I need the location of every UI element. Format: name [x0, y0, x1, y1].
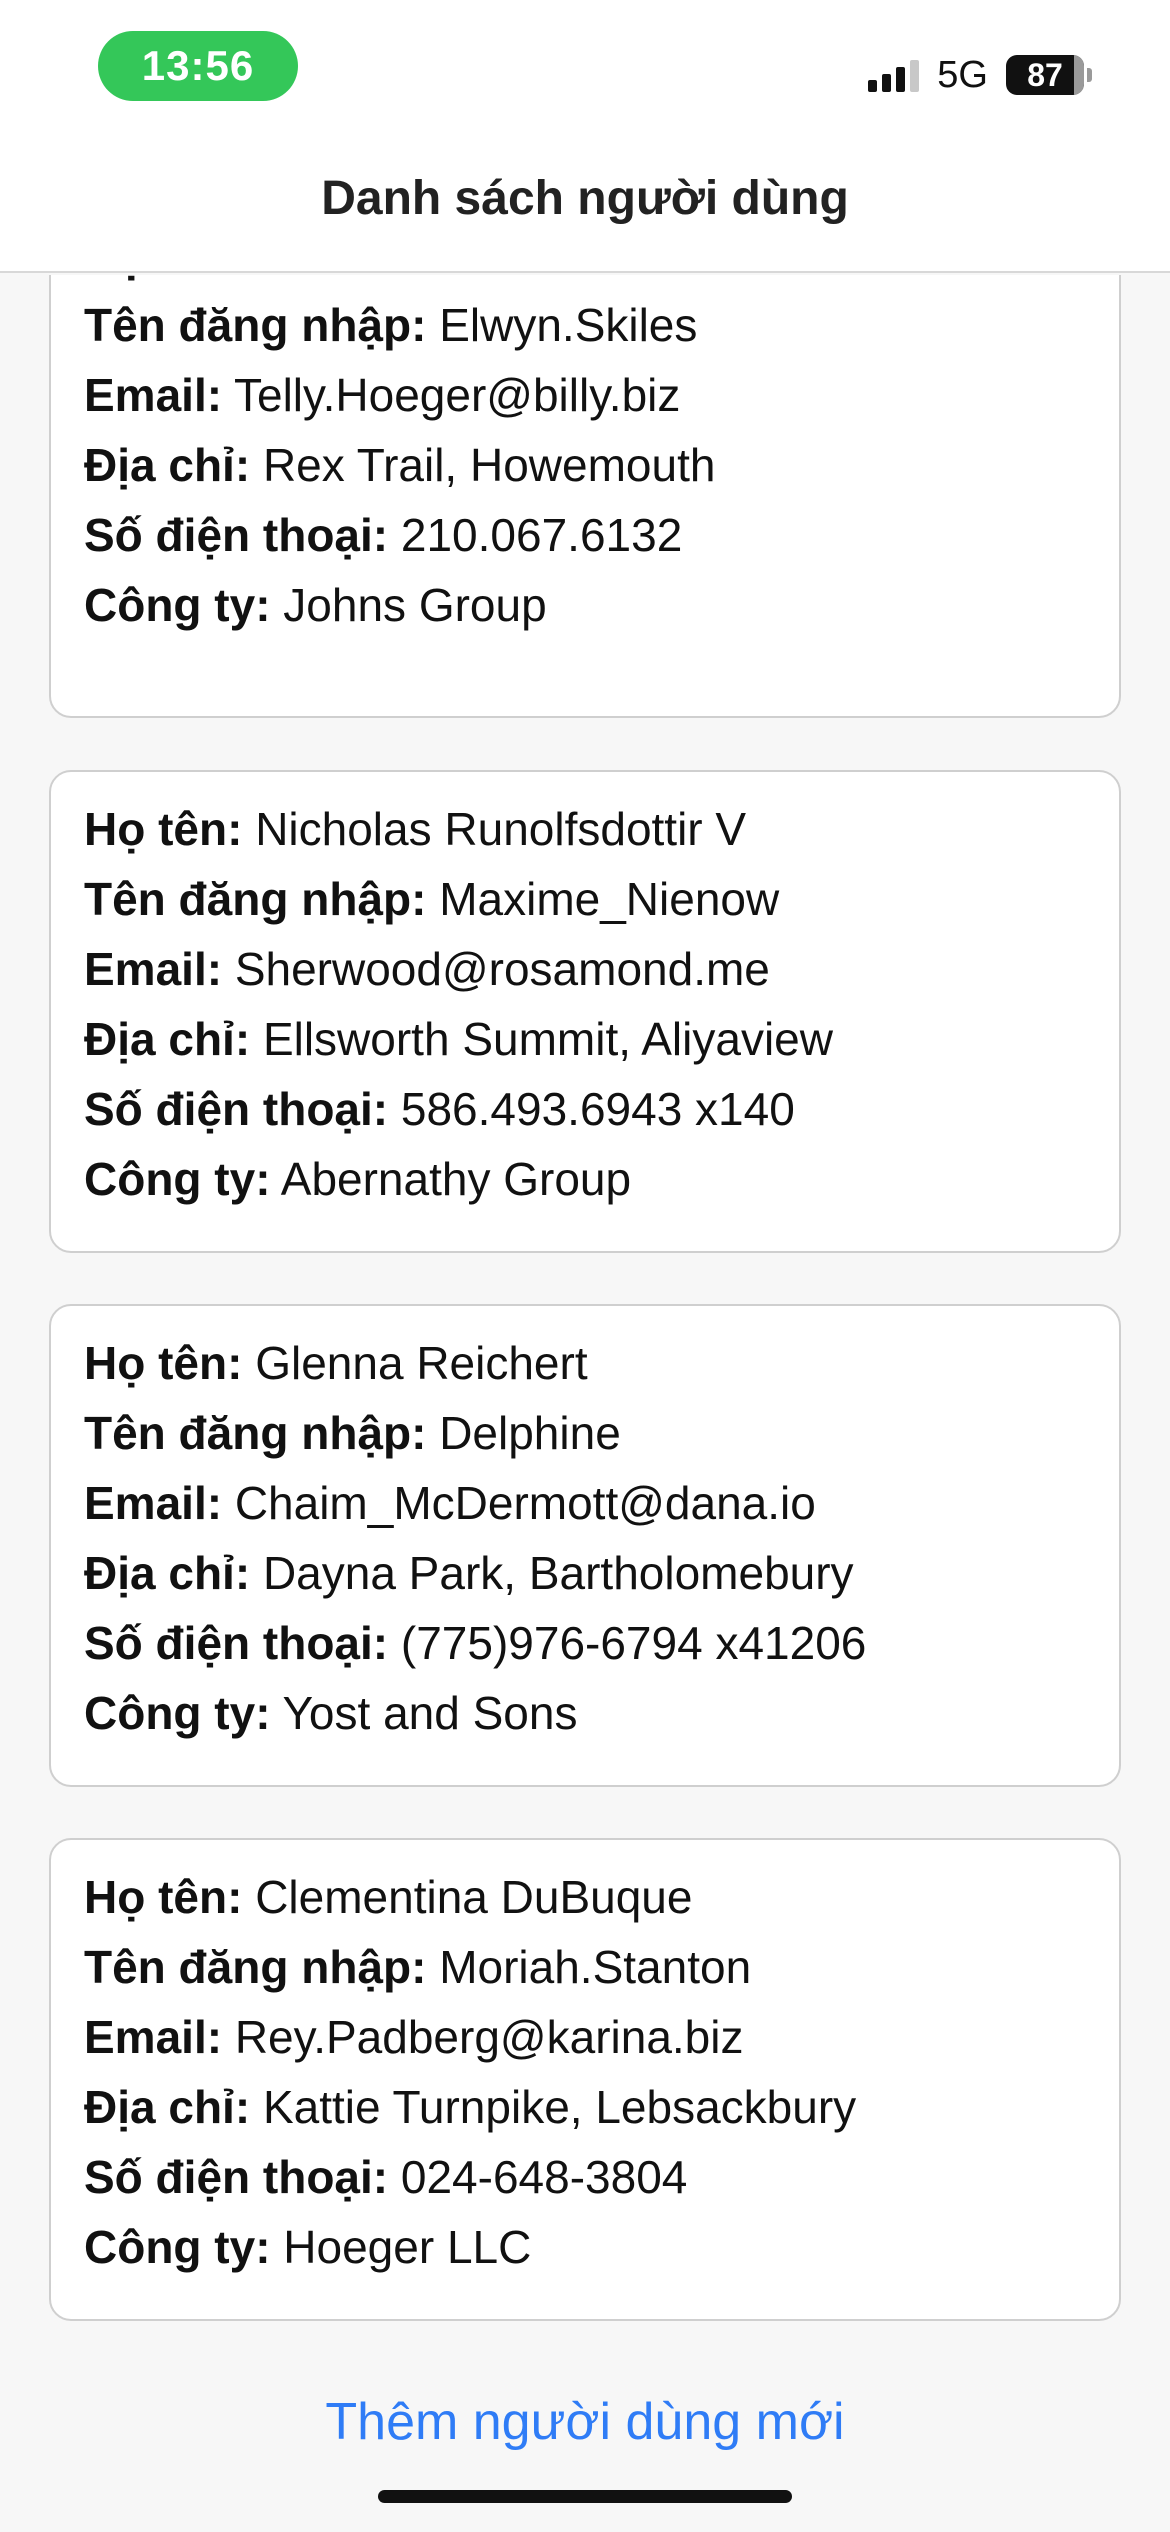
user-email-row: Email: Rey.Padberg@karina.biz — [84, 2010, 743, 2064]
username-label: Tên đăng nhập: — [84, 873, 427, 925]
user-email: Chaim_McDermott@dana.io — [234, 1477, 816, 1529]
phone-label: Số điện thoại: — [84, 1617, 389, 1669]
company-label: Công ty: — [84, 1153, 271, 1205]
user-phone-row: Số điện thoại: 586.493.6943 x140 — [84, 1082, 795, 1136]
user-name-row: Họ tên: — [84, 275, 242, 283]
user-address-row: Địa chỉ: Dayna Park, Bartholomebury — [84, 1546, 854, 1600]
email-label: Email: — [84, 2011, 223, 2063]
email-label: Email: — [84, 369, 223, 421]
user-card: Họ tên: Nicholas Runolfsdottir V Tên đăn… — [49, 770, 1121, 1253]
user-card: Họ tên: Tên đăng nhập: Elwyn.Skiles Emai… — [49, 275, 1121, 718]
user-phone-row: Số điện thoại: (775)976-6794 x41206 — [84, 1616, 866, 1670]
user-username: Delphine — [439, 1407, 621, 1459]
status-time[interactable]: 13:56 — [98, 31, 298, 101]
address-label: Địa chỉ: — [84, 439, 251, 491]
battery-icon: 87 — [1006, 55, 1092, 95]
user-card: Họ tên: Clementina DuBuque Tên đăng nhập… — [49, 1838, 1121, 2321]
status-bar: 13:56 5G 87 — [0, 0, 1170, 140]
company-label: Công ty: — [84, 2221, 271, 2273]
user-company-row: Công ty: Hoeger LLC — [84, 2220, 531, 2274]
battery-level: 87 — [1027, 56, 1063, 93]
user-address: Ellsworth Summit, Aliyaview — [262, 1013, 833, 1065]
name-label: Họ tên: — [84, 803, 243, 855]
user-address: Rex Trail, Howemouth — [262, 439, 716, 491]
user-name: Clementina DuBuque — [255, 1871, 693, 1923]
user-phone: 210.067.6132 — [400, 509, 683, 561]
name-label: Họ tên: — [84, 275, 242, 282]
address-label: Địa chỉ: — [84, 1013, 251, 1065]
user-company: Hoeger LLC — [283, 2221, 532, 2273]
user-address: Dayna Park, Bartholomebury — [262, 1547, 854, 1599]
user-address-row: Địa chỉ: Rex Trail, Howemouth — [84, 438, 715, 492]
user-email: Telly.Hoeger@billy.biz — [234, 369, 681, 421]
username-label: Tên đăng nhập: — [84, 1407, 427, 1459]
name-label: Họ tên: — [84, 1871, 243, 1923]
add-user-button[interactable]: Thêm người dùng mới — [0, 2392, 1170, 2452]
user-card: Họ tên: Glenna Reichert Tên đăng nhập: D… — [49, 1304, 1121, 1787]
user-phone-row: Số điện thoại: 210.067.6132 — [84, 508, 682, 562]
user-email-row: Email: Telly.Hoeger@billy.biz — [84, 368, 680, 422]
user-name-row: Họ tên: Nicholas Runolfsdottir V — [84, 802, 746, 856]
email-label: Email: — [84, 1477, 223, 1529]
user-address: Kattie Turnpike, Lebsackbury — [262, 2081, 857, 2133]
username-label: Tên đăng nhập: — [84, 299, 427, 351]
user-phone: 586.493.6943 x140 — [400, 1083, 795, 1135]
email-label: Email: — [84, 943, 223, 995]
status-indicators: 5G 87 — [868, 50, 1092, 100]
user-username-row: Tên đăng nhập: Maxime_Nienow — [84, 872, 779, 926]
user-username-row: Tên đăng nhập: Moriah.Stanton — [84, 1940, 751, 1994]
user-email: Rey.Padberg@karina.biz — [234, 2011, 744, 2063]
user-address-row: Địa chỉ: Ellsworth Summit, Aliyaview — [84, 1012, 833, 1066]
user-list[interactable]: Họ tên: Tên đăng nhập: Elwyn.Skiles Emai… — [0, 275, 1170, 2355]
screen: 13:56 5G 87 Danh sách người dùng Họ tên: — [0, 0, 1170, 2532]
user-username: Maxime_Nienow — [439, 873, 780, 925]
address-label: Địa chỉ: — [84, 2081, 251, 2133]
nav-header: Danh sách người dùng — [0, 140, 1170, 273]
home-indicator[interactable] — [378, 2490, 792, 2503]
user-company-row: Công ty: Yost and Sons — [84, 1686, 577, 1740]
user-company: Abernathy Group — [280, 1153, 632, 1205]
user-company: Yost and Sons — [282, 1687, 578, 1739]
user-phone: (775)976-6794 x41206 — [400, 1617, 867, 1669]
user-address-row: Địa chỉ: Kattie Turnpike, Lebsackbury — [84, 2080, 856, 2134]
user-email-row: Email: Chaim_McDermott@dana.io — [84, 1476, 816, 1530]
cellular-signal-icon — [868, 58, 920, 92]
user-username-row: Tên đăng nhập: Elwyn.Skiles — [84, 298, 697, 352]
company-label: Công ty: — [84, 579, 271, 631]
user-phone-row: Số điện thoại: 024-648-3804 — [84, 2150, 687, 2204]
company-label: Công ty: — [84, 1687, 271, 1739]
user-name: Glenna Reichert — [255, 1337, 588, 1389]
user-company-row: Công ty: Abernathy Group — [84, 1152, 631, 1206]
page-title: Danh sách người dùng — [321, 172, 849, 225]
name-label: Họ tên: — [84, 1337, 243, 1389]
network-type: 5G — [937, 53, 988, 96]
user-name: Nicholas Runolfsdottir V — [255, 803, 747, 855]
phone-label: Số điện thoại: — [84, 2151, 389, 2203]
username-label: Tên đăng nhập: — [84, 1941, 427, 1993]
phone-label: Số điện thoại: — [84, 1083, 389, 1135]
user-username-row: Tên đăng nhập: Delphine — [84, 1406, 621, 1460]
user-email: Sherwood@rosamond.me — [234, 943, 770, 995]
user-name-row: Họ tên: Clementina DuBuque — [84, 1870, 692, 1924]
user-username: Elwyn.Skiles — [439, 299, 698, 351]
address-label: Địa chỉ: — [84, 1547, 251, 1599]
phone-label: Số điện thoại: — [84, 509, 389, 561]
user-phone: 024-648-3804 — [400, 2151, 688, 2203]
user-email-row: Email: Sherwood@rosamond.me — [84, 942, 770, 996]
user-company: Johns Group — [283, 579, 547, 631]
user-name-row: Họ tên: Glenna Reichert — [84, 1336, 588, 1390]
user-username: Moriah.Stanton — [439, 1941, 752, 1993]
user-company-row: Công ty: Johns Group — [84, 578, 547, 632]
